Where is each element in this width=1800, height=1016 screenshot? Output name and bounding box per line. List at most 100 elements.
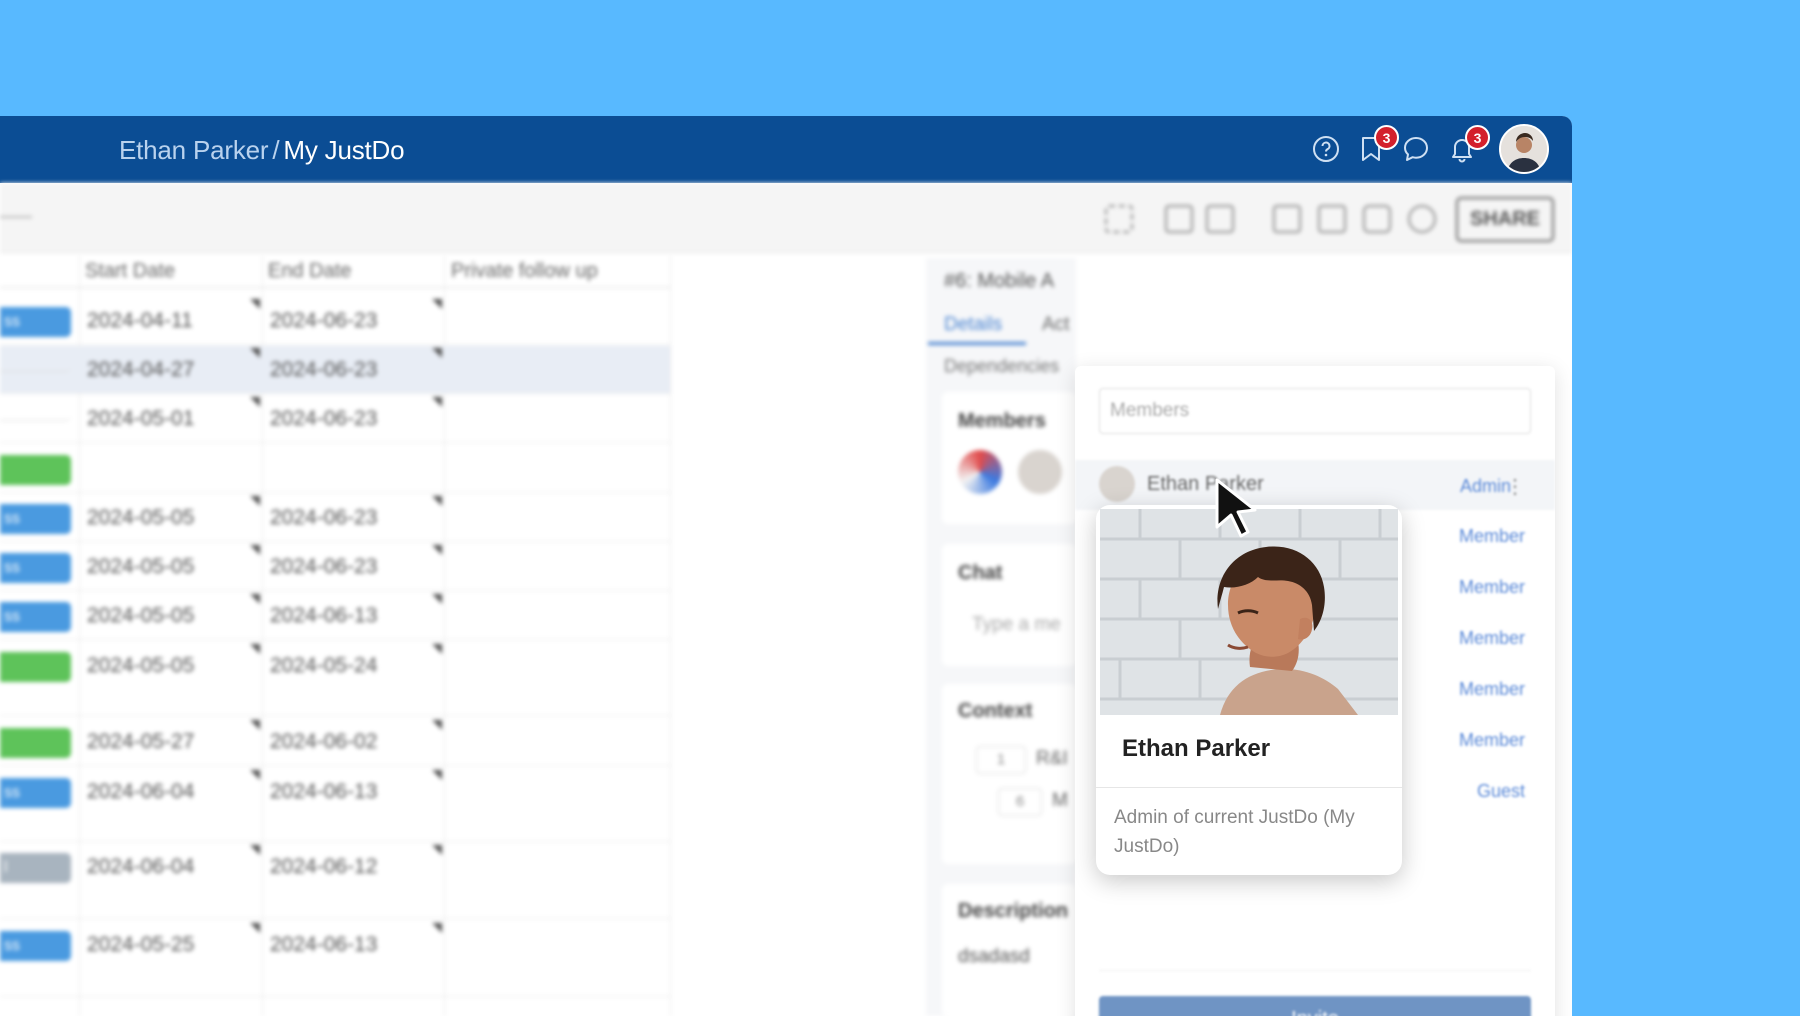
start-date-cell[interactable]: 2024-05-25 [87, 933, 194, 957]
cell-marker-icon [432, 720, 442, 730]
member-role[interactable]: Member [1459, 526, 1525, 547]
tab-details[interactable]: Details [944, 314, 1002, 336]
table-row[interactable]: 2024-05-05 2024-05-24 [0, 642, 670, 716]
start-date-cell[interactable]: 2024-05-05 [87, 555, 194, 579]
user-avatar[interactable] [1499, 124, 1549, 174]
cell-marker-icon [432, 845, 442, 855]
end-date-cell[interactable]: 2024-06-13 [270, 604, 377, 628]
description-text[interactable]: dsadasd [958, 946, 1030, 968]
table-row[interactable]: ss 2024-05-25 2024-06-13 [0, 921, 670, 997]
view-grid-icon[interactable] [1105, 205, 1133, 233]
status-badge[interactable]: ss [0, 553, 71, 583]
cell-marker-icon [432, 594, 442, 604]
member-role[interactable]: Member [1459, 628, 1525, 649]
image-icon[interactable] [1318, 205, 1346, 233]
start-date-cell[interactable]: 2024-06-04 [87, 780, 194, 804]
status-badge[interactable] [0, 728, 71, 758]
split-vertical-icon[interactable] [1206, 205, 1234, 233]
status-badge[interactable] [0, 409, 71, 421]
start-date-cell[interactable]: 2024-05-05 [87, 604, 194, 628]
breadcrumb-owner[interactable]: Ethan Parker [119, 135, 269, 165]
start-date-cell[interactable]: 2024-05-27 [87, 730, 194, 754]
start-date-cell[interactable]: 2024-05-05 [87, 654, 194, 678]
chat-card: Chat Type a me [942, 544, 1076, 666]
end-date-cell[interactable]: 2024-06-23 [270, 358, 377, 382]
member-role[interactable]: Admin [1460, 476, 1511, 497]
header-divider [0, 287, 670, 288]
status-badge[interactable] [0, 455, 71, 485]
table-row[interactable]: ss 2024-06-04 2024-06-13 [0, 768, 670, 842]
end-date-cell[interactable]: 2024-06-12 [270, 855, 377, 879]
share-button[interactable]: SHARE [1456, 197, 1554, 242]
help-icon[interactable] [1310, 133, 1342, 165]
column-header-private-follow-up[interactable]: Private follow up [451, 255, 598, 287]
table-row[interactable]: 2024-05-27 2024-06-02 [0, 718, 670, 766]
member-role[interactable]: Member [1459, 577, 1525, 598]
status-badge[interactable]: l [0, 853, 71, 883]
add-column-icon[interactable] [1273, 205, 1301, 233]
cell-marker-icon [432, 923, 442, 933]
breadcrumb-project[interactable]: My JustDo [283, 135, 404, 165]
status-badge[interactable]: ss [0, 504, 71, 534]
status-badge[interactable]: ss [0, 931, 71, 961]
tab-activity[interactable]: Act [1042, 314, 1069, 336]
invite-button[interactable]: Invite [1099, 996, 1531, 1016]
end-date-cell[interactable]: 2024-06-13 [270, 780, 377, 804]
table-row[interactable]: ss 2024-05-05 2024-06-23 [0, 543, 670, 591]
start-date-cell[interactable]: 2024-04-11 [87, 309, 193, 333]
tab-dependencies[interactable]: Dependencies [944, 356, 1059, 377]
context-item-label[interactable]: M [1052, 790, 1068, 812]
description-label: Description [958, 900, 1069, 922]
end-date-cell[interactable]: 2024-06-02 [270, 730, 377, 754]
start-date-cell[interactable]: 2024-05-01 [87, 407, 194, 431]
member-role[interactable]: Member [1459, 730, 1525, 751]
members-search-input[interactable]: Members [1099, 388, 1531, 434]
end-date-cell[interactable]: 2024-06-23 [270, 555, 377, 579]
member-menu-icon[interactable]: ⋮ [1505, 474, 1525, 499]
status-badge[interactable]: ss [0, 602, 71, 632]
member-avatar [1099, 466, 1135, 502]
member-avatar[interactable] [958, 450, 1002, 494]
table-row[interactable]: ss 2024-04-11 2024-06-23 [0, 297, 670, 345]
end-date-cell[interactable]: 2024-06-23 [270, 506, 377, 530]
column-divider [670, 255, 671, 1016]
member-role[interactable]: Member [1459, 679, 1525, 700]
status-badge[interactable]: ss [0, 778, 71, 808]
toolbar-slider[interactable] [0, 216, 32, 218]
profile-popup: Ethan Parker Admin of current JustDo (My… [1096, 505, 1402, 875]
cell-marker-icon [250, 299, 260, 309]
start-date-cell[interactable]: 2024-04-27 [87, 358, 194, 382]
print-icon[interactable] [1363, 205, 1391, 233]
column-header-start-date[interactable]: Start Date [85, 255, 175, 287]
end-date-cell[interactable]: 2024-06-23 [270, 407, 377, 431]
status-badge[interactable]: ss [0, 307, 71, 337]
member-role[interactable]: Guest [1477, 781, 1525, 802]
bookmark-icon[interactable]: 3 [1355, 125, 1399, 165]
status-badge[interactable] [0, 360, 71, 372]
end-date-cell[interactable]: 2024-05-24 [270, 654, 377, 678]
cell-marker-icon [432, 299, 442, 309]
column-header-end-date[interactable]: End Date [268, 255, 351, 287]
end-date-cell[interactable]: 2024-06-23 [270, 309, 377, 333]
table-row[interactable]: 2024-04-27 2024-06-23 [0, 346, 670, 394]
cell-marker-icon [250, 720, 260, 730]
member-avatar[interactable] [1018, 450, 1062, 494]
table-row[interactable] [0, 445, 670, 493]
detail-panel: #6: Mobile A Details Act Dependencies Me… [926, 258, 1076, 1016]
table-row[interactable]: 2024-05-01 2024-06-23 [0, 395, 670, 443]
chat-icon[interactable] [1400, 133, 1432, 165]
description-card: Description dsadasd [942, 884, 1076, 1016]
table-row[interactable]: l 2024-06-04 2024-06-12 [0, 843, 670, 919]
context-item-label[interactable]: R&I [1036, 748, 1068, 770]
bell-icon[interactable]: 3 [1446, 125, 1490, 165]
chat-input[interactable]: Type a me [972, 614, 1061, 636]
members-label: Members [958, 410, 1046, 432]
end-date-cell[interactable]: 2024-06-13 [270, 933, 377, 957]
table-row[interactable]: ss 2024-05-05 2024-06-23 [0, 494, 670, 542]
status-badge[interactable] [0, 652, 71, 682]
start-date-cell[interactable]: 2024-05-05 [87, 506, 194, 530]
split-horizontal-icon[interactable] [1165, 205, 1193, 233]
gear-icon[interactable] [1408, 205, 1436, 233]
table-row[interactable]: ss 2024-05-05 2024-06-13 [0, 592, 670, 640]
start-date-cell[interactable]: 2024-06-04 [87, 855, 194, 879]
